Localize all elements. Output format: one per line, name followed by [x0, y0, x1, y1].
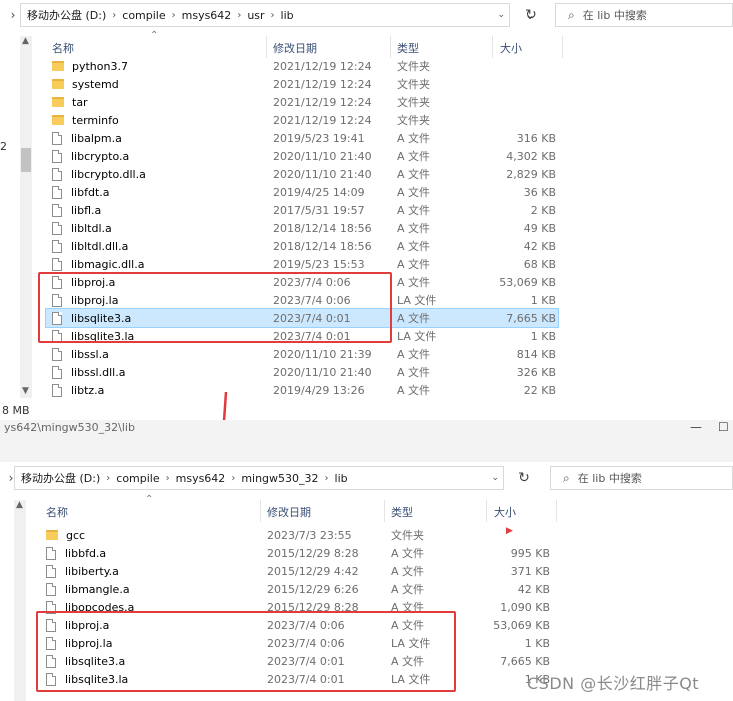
explorer-window-mingw-lib: ys642\mingw530_32\lib — ☐ › 移动办公盘 (D:) › c… [0, 420, 733, 701]
vertical-scrollbar[interactable]: ▲ [14, 500, 26, 701]
search-icon: ⌕ [563, 470, 570, 485]
folder-icon [46, 530, 58, 540]
column-divider[interactable] [260, 500, 261, 522]
minimize-icon[interactable]: — [690, 420, 702, 434]
file-type: A 文件 [391, 583, 425, 596]
file-size: 371 KB [510, 564, 550, 578]
watermark: CSDN @长沙红胖子Qt [527, 674, 700, 693]
column-divider[interactable] [384, 500, 385, 522]
highlight-box [36, 611, 456, 692]
search-placeholder: 在 lib 中搜索 [577, 472, 642, 485]
scroll-up-icon[interactable]: ▲ [16, 500, 23, 510]
file-name: gcc [66, 528, 86, 542]
column-divider[interactable] [556, 500, 557, 522]
breadcrumb-item[interactable]: mingw530_32 [241, 472, 318, 485]
search-box[interactable]: ⌕ 在 lib 中搜索 [550, 466, 733, 490]
breadcrumb-separator-icon[interactable]: › [325, 473, 329, 484]
breadcrumb-separator-icon[interactable]: › [231, 473, 235, 484]
file-size: 995 KB [510, 546, 550, 560]
window-title-bar: ys642\mingw530_32\lib — ☐ [0, 420, 733, 462]
folder-row[interactable]: gcc 2023/7/3 23:55 文件夹 [40, 526, 552, 544]
file-size: 1 KB [524, 636, 550, 650]
breadcrumb-item[interactable]: lib [335, 472, 348, 485]
column-header-type[interactable]: 类型 [391, 504, 413, 520]
file-date: 2015/12/29 4:42 [267, 564, 359, 578]
column-header-date[interactable]: 修改日期 [267, 504, 311, 520]
breadcrumb-separator-icon[interactable]: › [166, 473, 170, 484]
file-size: 53,069 KB [493, 618, 550, 632]
file-name: libbfd.a [65, 546, 107, 560]
column-header-size[interactable]: 大小 [494, 504, 516, 520]
column-divider[interactable] [486, 500, 487, 522]
file-icon [46, 564, 56, 578]
column-header-name[interactable]: 名称 [46, 504, 68, 520]
file-icon [46, 546, 56, 560]
file-date: 2015/12/29 6:26 [267, 582, 359, 596]
chevron-down-icon[interactable]: ⌄ [491, 473, 499, 483]
file-type: A 文件 [391, 547, 425, 560]
file-icon [46, 582, 56, 596]
breadcrumb-item[interactable]: msys642 [176, 472, 226, 485]
sort-indicator-icon: ⌃ [145, 494, 154, 505]
refresh-icon[interactable]: ↻ [513, 466, 535, 490]
file-type: A 文件 [391, 565, 425, 578]
file-row[interactable]: libbfd.a 2015/12/29 8:28 A 文件 995 KB [40, 544, 552, 562]
file-size: 1,090 KB [500, 600, 550, 614]
maximize-icon[interactable]: ☐ [718, 420, 729, 434]
file-type: 文件夹 [391, 529, 424, 542]
file-size: 42 KB [517, 582, 550, 596]
file-name: libmangle.a [65, 582, 130, 596]
breadcrumb: 移动办公盘 (D:) › compile › msys642 › mingw530_32 › l… [15, 470, 348, 486]
breadcrumb-item[interactable]: 移动办公盘 (D:) [21, 470, 100, 486]
breadcrumb-item[interactable]: compile [116, 472, 159, 485]
file-name: libiberty.a [65, 564, 119, 578]
title-path: ys642\mingw530_32\lib [4, 421, 135, 434]
file-size: 7,665 KB [500, 654, 550, 668]
file-row[interactable]: libiberty.a 2015/12/29 4:42 A 文件 371 KB [40, 562, 552, 580]
file-date: 2023/7/3 23:55 [267, 528, 352, 542]
file-date: 2015/12/29 8:28 [267, 546, 359, 560]
address-bar[interactable]: 移动办公盘 (D:) › compile › msys642 › mingw530_32 › l… [14, 466, 504, 490]
file-row[interactable]: libmangle.a 2015/12/29 6:26 A 文件 42 KB [40, 580, 552, 598]
breadcrumb-separator-icon[interactable]: › [106, 473, 110, 484]
